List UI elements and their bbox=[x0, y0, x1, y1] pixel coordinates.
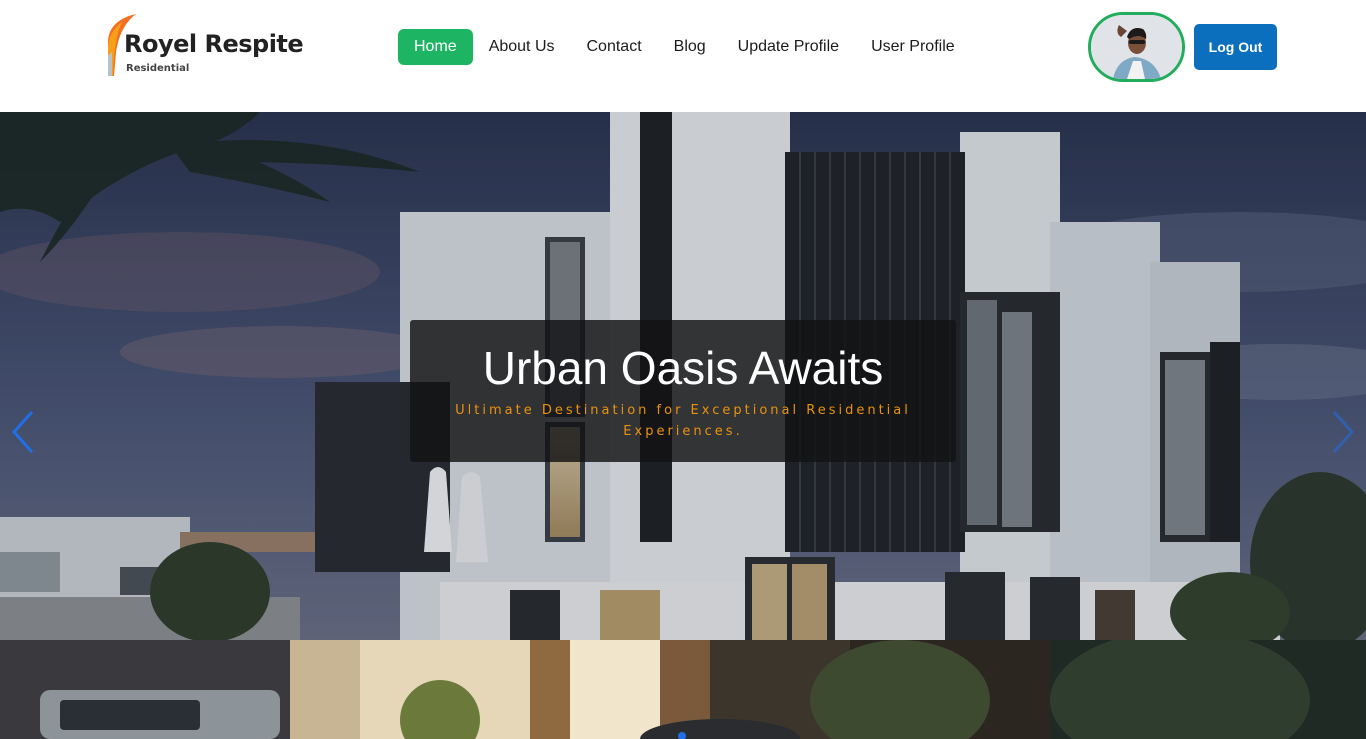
hero-title: Urban Oasis Awaits bbox=[482, 342, 884, 394]
nav-update-profile[interactable]: Update Profile bbox=[722, 29, 855, 65]
hero-caption: Urban Oasis Awaits Ultimate Destination … bbox=[410, 320, 956, 462]
avatar-photo-icon bbox=[1091, 15, 1182, 79]
user-avatar[interactable] bbox=[1088, 12, 1185, 82]
nav-contact[interactable]: Contact bbox=[571, 29, 658, 65]
main-nav: Home About Us Contact Blog Update Profil… bbox=[398, 29, 971, 65]
nav-home[interactable]: Home bbox=[398, 29, 473, 65]
nav-user-profile[interactable]: User Profile bbox=[855, 29, 971, 65]
residence-night-image bbox=[0, 640, 1366, 739]
hero-subtitle: Ultimate Destination for Exceptional Res… bbox=[455, 403, 911, 439]
second-banner-image bbox=[0, 640, 1366, 739]
hero-carousel: Urban Oasis Awaits Ultimate Destination … bbox=[0, 112, 1366, 640]
nav-about-us[interactable]: About Us bbox=[473, 29, 571, 65]
chevron-left-icon bbox=[11, 410, 34, 454]
brand-name: Royel Respite bbox=[124, 30, 304, 58]
brand-subtitle: Residential bbox=[126, 63, 190, 74]
chevron-right-icon bbox=[1332, 410, 1355, 454]
carousel-next-button[interactable] bbox=[1328, 408, 1358, 456]
site-header: Royel Respite Residential Home About Us … bbox=[0, 0, 1366, 112]
nav-blog[interactable]: Blog bbox=[658, 29, 722, 65]
brand-logo[interactable]: Royel Respite Residential bbox=[104, 12, 304, 78]
carousel-prev-button[interactable] bbox=[8, 408, 38, 456]
logout-button[interactable]: Log Out bbox=[1194, 24, 1277, 70]
